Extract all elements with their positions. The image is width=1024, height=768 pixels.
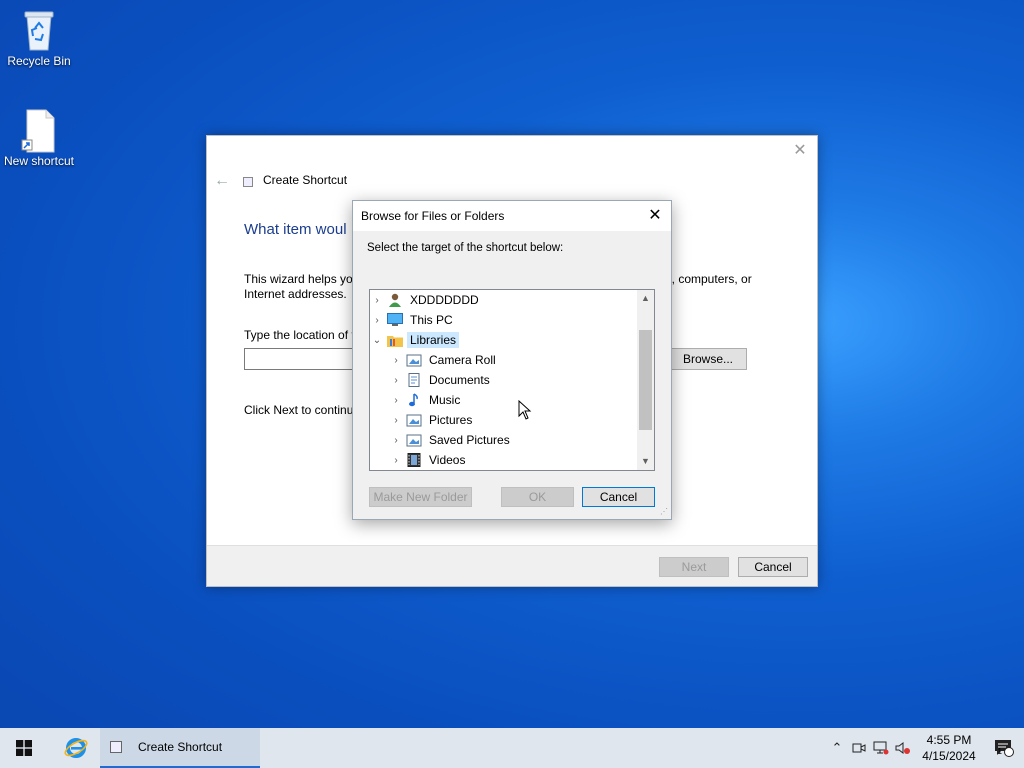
taskbar-item-label: Create Shortcut xyxy=(138,740,223,754)
computer-icon xyxy=(387,313,403,327)
browse-button[interactable]: Browse... xyxy=(669,348,747,370)
tree-item-label: Saved Pictures xyxy=(429,433,510,447)
tree-item-label: Videos xyxy=(429,453,466,467)
chevron-right-icon[interactable]: › xyxy=(389,395,403,406)
chevron-up-icon[interactable]: ⌃ xyxy=(826,728,848,768)
tree-scrollbar[interactable]: ▲ ▼ xyxy=(637,290,654,470)
scrollbar-thumb[interactable] xyxy=(639,330,652,430)
tree-item-saved-pictures[interactable]: › Saved Pictures xyxy=(389,430,513,450)
meet-now-icon[interactable] xyxy=(848,728,870,768)
next-instruction: Click Next to continu xyxy=(244,403,354,417)
tree-item-label: Camera Roll xyxy=(429,353,496,367)
close-icon[interactable]: ✕ xyxy=(645,206,665,226)
picture-library-icon xyxy=(406,353,422,367)
wizard-heading: What item woul xyxy=(244,221,347,238)
user-icon xyxy=(387,293,403,307)
tree-item-libraries[interactable]: ⌄ Libraries xyxy=(370,330,460,350)
picture-library-icon xyxy=(406,433,422,447)
shortcut-file-icon xyxy=(19,108,59,153)
network-icon[interactable] xyxy=(870,728,892,768)
start-button[interactable] xyxy=(0,728,48,768)
chevron-right-icon[interactable]: › xyxy=(389,375,403,386)
tree-item-this-pc[interactable]: › This PC xyxy=(370,310,456,330)
wizard-title: Create Shortcut xyxy=(263,173,348,187)
wizard-cancel-button[interactable]: Cancel xyxy=(738,557,808,577)
notification-center-button[interactable]: 1 xyxy=(984,739,1024,757)
tree-item-label: XDDDDDDD xyxy=(410,293,479,307)
tree-item-music[interactable]: › Music xyxy=(389,390,463,410)
tree-item-label: Pictures xyxy=(429,413,473,427)
picture-library-icon xyxy=(406,413,422,427)
resize-grip-icon[interactable]: ⋰ xyxy=(660,508,668,516)
chevron-right-icon[interactable]: › xyxy=(389,435,403,446)
recycle-bin-icon xyxy=(19,8,59,52)
dialog-cancel-button[interactable]: Cancel xyxy=(582,487,655,507)
tree-item-documents[interactable]: › Documents xyxy=(389,370,493,390)
close-icon[interactable]: ✕ xyxy=(791,142,809,160)
clock-date: 4/15/2024 xyxy=(922,749,976,763)
desktop-icon-label: Recycle Bin xyxy=(7,54,71,68)
chevron-right-icon[interactable]: › xyxy=(389,355,403,366)
windows-logo-icon xyxy=(16,740,32,756)
clock-time: 4:55 PM xyxy=(926,733,972,747)
libraries-icon xyxy=(387,333,403,347)
internet-explorer-button[interactable] xyxy=(52,728,100,768)
scroll-down-arrow-icon[interactable]: ▼ xyxy=(637,453,654,470)
back-arrow-icon[interactable]: ← xyxy=(214,172,230,190)
chevron-right-icon[interactable]: › xyxy=(370,315,384,326)
shortcut-icon xyxy=(243,177,253,187)
wizard-footer: Next Cancel xyxy=(207,545,817,586)
scroll-up-arrow-icon[interactable]: ▲ xyxy=(637,290,654,307)
chevron-right-icon[interactable]: › xyxy=(389,455,403,466)
dialog-prompt: Select the target of the shortcut below: xyxy=(367,242,564,254)
folder-tree[interactable]: › XDDDDDDD › This PC ⌄ Libraries › Camer… xyxy=(369,289,655,471)
next-button[interactable]: Next xyxy=(659,557,729,577)
desktop-icon-recycle-bin[interactable]: Recycle Bin xyxy=(1,8,77,68)
clock[interactable]: 4:55 PM 4/15/2024 xyxy=(914,732,984,764)
dialog-title-bar: Browse for Files or Folders ✕ xyxy=(353,201,671,231)
internet-explorer-icon xyxy=(64,738,88,758)
shortcut-icon xyxy=(110,741,122,753)
taskbar-create-shortcut[interactable]: Create Shortcut xyxy=(100,728,260,768)
dialog-title: Browse for Files or Folders xyxy=(361,209,505,223)
system-tray: ⌃ 4:55 PM 4/15/2024 1 xyxy=(826,728,1024,768)
tree-item-label: Libraries xyxy=(407,332,460,348)
make-new-folder-button[interactable]: Make New Folder xyxy=(369,487,472,507)
chevron-right-icon[interactable]: › xyxy=(389,415,403,426)
tree-item-videos[interactable]: › Videos xyxy=(389,450,468,470)
volume-muted-icon[interactable] xyxy=(892,728,914,768)
notification-count: 1 xyxy=(997,747,1002,756)
tree-item-user[interactable]: › XDDDDDDD xyxy=(370,290,482,310)
ok-button[interactable]: OK xyxy=(501,487,574,507)
desktop-icon-label: New shortcut xyxy=(3,154,75,168)
wizard-description-line2: Internet addresses. xyxy=(244,287,347,301)
taskbar: Create Shortcut ⌃ 4:55 PM 4/15/2024 1 xyxy=(0,728,1024,768)
tree-item-label: This PC xyxy=(410,313,453,327)
tree-item-label: Documents xyxy=(429,373,490,387)
tree-item-camera-roll[interactable]: › Camera Roll xyxy=(389,350,499,370)
chevron-right-icon[interactable]: › xyxy=(370,295,384,306)
tree-item-pictures[interactable]: › Pictures xyxy=(389,410,475,430)
wizard-description-text: This wizard helps you xyxy=(244,272,360,286)
tree-item-label: Music xyxy=(429,393,461,407)
desktop-icon-new-shortcut[interactable]: New shortcut xyxy=(1,108,77,168)
chevron-down-icon[interactable]: ⌄ xyxy=(370,335,384,346)
documents-icon xyxy=(406,373,422,387)
browse-dialog: Browse for Files or Folders ✕ Select the… xyxy=(352,200,672,520)
location-label: Type the location of t xyxy=(244,328,355,342)
music-icon xyxy=(406,393,422,407)
videos-icon xyxy=(406,453,422,467)
